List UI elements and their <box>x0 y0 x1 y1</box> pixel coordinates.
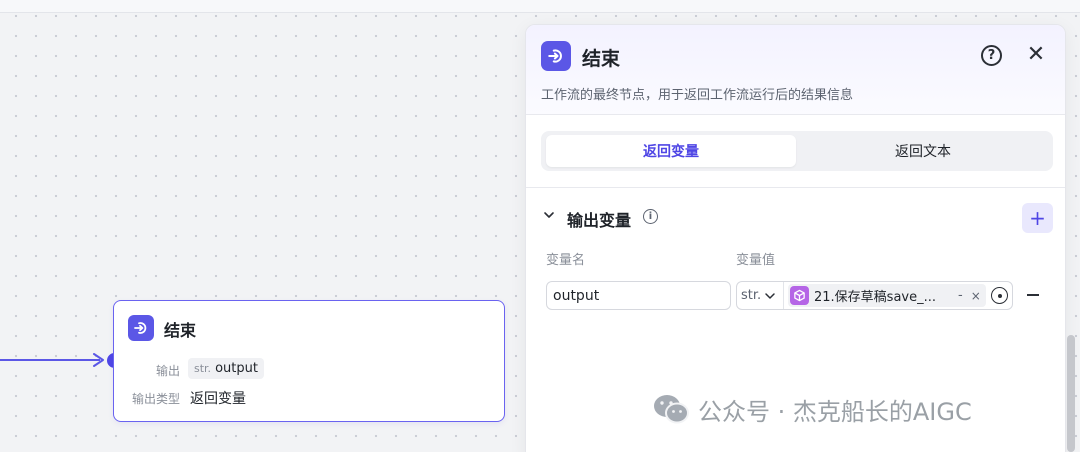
node-type-label: 输出类型 <box>131 392 180 406</box>
edge-arrow-icon <box>93 353 104 367</box>
node-output-type: str. <box>194 362 212 375</box>
top-toolbar <box>0 0 1080 13</box>
node-title: 结束 <box>164 321 197 340</box>
add-variable-button[interactable]: + <box>1022 203 1053 233</box>
watermark-text: 公众号 · 杰克船长的AIGC <box>698 397 972 426</box>
end-node-panel: 结束 ? ✕ 工作流的最终节点，用于返回工作流运行后的结果信息 返回变量 返回文… <box>525 24 1066 452</box>
chevron-down-icon <box>765 292 775 299</box>
reference-chip[interactable]: 21.保存草稿save_... - × <box>788 284 986 307</box>
panel-description: 工作流的最终节点，用于返回工作流运行后的结果信息 <box>541 88 854 103</box>
target-icon[interactable] <box>991 287 1008 304</box>
tab-return-text[interactable]: 返回文本 <box>798 135 1048 167</box>
panel-title: 结束 <box>582 48 621 70</box>
section-title: 输出变量 <box>567 211 632 230</box>
variable-value-field: str. 21.保存草稿save_... - × <box>736 281 1013 310</box>
node-output-label: 输出 <box>155 364 180 378</box>
type-select-value: str. <box>741 288 762 303</box>
scrollbar[interactable] <box>1067 335 1075 452</box>
column-header-value: 变量值 <box>736 253 776 268</box>
reference-dash: - <box>958 288 963 303</box>
type-select[interactable]: str. <box>737 282 784 309</box>
reference-remove-icon[interactable]: × <box>971 289 981 303</box>
connection-edge <box>0 359 100 361</box>
close-icon[interactable]: ✕ <box>1026 44 1046 66</box>
column-header-name: 变量名 <box>546 253 586 268</box>
wechat-icon <box>654 395 689 424</box>
end-node-icon <box>541 41 571 71</box>
node-output-chip: str. output <box>188 358 264 379</box>
variable-name-input[interactable] <box>546 281 731 310</box>
node-output-var: output <box>215 361 258 376</box>
help-icon[interactable]: ? <box>981 45 1002 66</box>
return-mode-tabs: 返回变量 返回文本 <box>541 131 1053 171</box>
divider <box>526 187 1065 188</box>
watermark: 公众号 · 杰克船长的AIGC <box>652 392 972 426</box>
info-icon[interactable]: i <box>643 209 658 224</box>
end-node-icon <box>128 315 154 341</box>
panel-header: 结束 ? ✕ 工作流的最终节点，用于返回工作流运行后的结果信息 <box>526 25 1065 115</box>
cube-icon <box>790 286 809 305</box>
reference-text: 21.保存草稿save_... <box>814 290 937 305</box>
tab-return-variable[interactable]: 返回变量 <box>546 135 796 167</box>
end-node[interactable]: 结束 输出 str. output 输出类型 返回变量 <box>113 300 505 422</box>
remove-variable-button[interactable] <box>1026 287 1040 301</box>
node-type-value: 返回变量 <box>190 391 246 407</box>
chevron-down-icon[interactable] <box>543 209 555 221</box>
